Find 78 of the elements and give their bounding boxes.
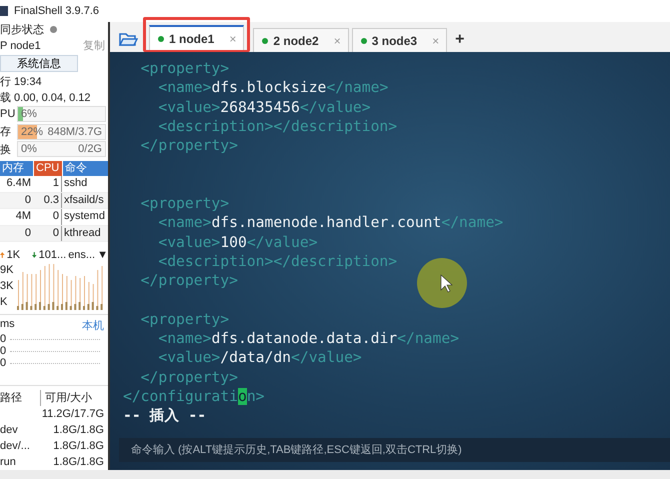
table-cell-text: 0 bbox=[52, 209, 60, 224]
axis-label: 9K bbox=[0, 264, 14, 276]
column-header: 可用/大小 bbox=[40, 390, 108, 406]
column-header[interactable]: 命令 bbox=[63, 161, 108, 176]
up-arrow-icon bbox=[0, 250, 5, 260]
table-cell-text: 11.2G/17.7G bbox=[40, 407, 105, 422]
table-cell: sshd bbox=[61, 176, 108, 192]
upload-rate: 1K bbox=[6, 249, 20, 261]
code-line: <name>dfs.namenode.handler.count</name> bbox=[157, 213, 504, 233]
tab[interactable]: 3 node3 × bbox=[352, 28, 448, 52]
meter-label: 存 bbox=[0, 125, 12, 140]
axis-label: 3K bbox=[0, 280, 14, 292]
code-line: </configuration> bbox=[123, 387, 266, 406]
down-arrow-icon bbox=[32, 250, 37, 260]
app-icon bbox=[0, 4, 10, 18]
code-line: <value>268435456</value> bbox=[157, 98, 372, 117]
table-cell-text: 4M bbox=[14, 209, 32, 224]
pointer-icon bbox=[417, 258, 467, 308]
table-cell-text: 0 bbox=[24, 192, 32, 208]
copy-link[interactable]: 复制 bbox=[83, 38, 105, 54]
meter-reading: 0% bbox=[21, 142, 37, 156]
meter-detail: 848M/3.7G bbox=[48, 124, 102, 139]
interface-name: ens... bbox=[68, 249, 96, 261]
code-line: </property> bbox=[140, 368, 239, 388]
latency-label: ms bbox=[0, 318, 15, 332]
window-title: FinalShell 3.9.7.6 bbox=[14, 5, 99, 17]
table-cell-text: 1.8G/1.8G bbox=[52, 423, 105, 438]
table-cell: systemd bbox=[61, 209, 108, 224]
table-cell-text: run bbox=[0, 455, 17, 470]
code-line: </property> bbox=[140, 271, 239, 291]
axis-label: 0 bbox=[0, 345, 6, 357]
column-header[interactable]: 内存 bbox=[0, 161, 33, 176]
table-cell-text: 0 bbox=[24, 226, 32, 240]
table-cell: kthread bbox=[61, 226, 108, 241]
code-line: <value>100</value> bbox=[157, 232, 319, 252]
dropdown-arrow[interactable]: ▼ bbox=[97, 249, 108, 261]
close-button[interactable]: × bbox=[430, 34, 442, 48]
table-cell: xfsaild/s bbox=[61, 192, 108, 208]
column-header[interactable]: CPU bbox=[34, 161, 62, 176]
table-cell-text: 0 bbox=[52, 226, 60, 240]
code-line: <name>dfs.datanode.data.dir</name> bbox=[157, 329, 460, 348]
close-button[interactable]: × bbox=[227, 32, 238, 46]
table-cell-text: 1.8G/1.8G bbox=[52, 439, 105, 454]
table-cell-text: 1.8G/1.8G bbox=[52, 455, 105, 470]
load-text: 载 0.00, 0.04, 0.12 bbox=[0, 90, 92, 106]
code-line: <description></description> bbox=[157, 116, 398, 136]
table-cell-text: dev bbox=[0, 423, 19, 438]
folder-icon[interactable] bbox=[118, 31, 138, 47]
sync-status-label: 同步状态 bbox=[0, 22, 44, 38]
table-cell-text: dev/... bbox=[0, 439, 31, 454]
download-rate: 101... bbox=[38, 249, 66, 261]
axis-label: 0 bbox=[0, 333, 6, 345]
tab[interactable]: 2 node2 × bbox=[253, 28, 349, 52]
ping-target-link[interactable]: 本机 bbox=[82, 318, 104, 333]
mode-indicator: -- 插入 -- bbox=[123, 406, 208, 426]
table-cell-text: 1 bbox=[52, 176, 60, 191]
table-cell-text: 0.3 bbox=[42, 192, 60, 208]
meter-label: PU bbox=[0, 108, 15, 120]
column-header: 路径 bbox=[0, 391, 23, 406]
code-line: <name>dfs.blocksize</name> bbox=[157, 78, 390, 98]
command-input-field[interactable]: 命令输入 (按ALT键提示历史,TAB键路径,ESC键返回,双击CTRL切换) bbox=[119, 438, 670, 462]
tab[interactable]: 1 node1 × bbox=[149, 25, 244, 50]
axis-label: K bbox=[0, 296, 8, 308]
system-info-button[interactable]: 系统信息 bbox=[0, 54, 78, 72]
uptime-text: 行 19:34 bbox=[0, 74, 43, 90]
code-line: </property> bbox=[140, 136, 239, 156]
code-line: <property> bbox=[140, 59, 230, 78]
close-button[interactable]: × bbox=[332, 34, 343, 48]
table-cell-text: 6.4M bbox=[6, 176, 32, 191]
meter-label: 换 bbox=[0, 142, 12, 157]
code-line: <property> bbox=[140, 194, 230, 214]
host-name: P node1 bbox=[0, 40, 41, 52]
code-line: <property> bbox=[140, 310, 230, 330]
meter-detail: 0/2G bbox=[78, 142, 102, 156]
code-line: <description></description> bbox=[157, 252, 398, 272]
new-tab-button[interactable]: + bbox=[452, 31, 468, 49]
axis-label: 0 bbox=[0, 357, 6, 369]
code-line: <value>/data/dn</value> bbox=[157, 348, 363, 368]
